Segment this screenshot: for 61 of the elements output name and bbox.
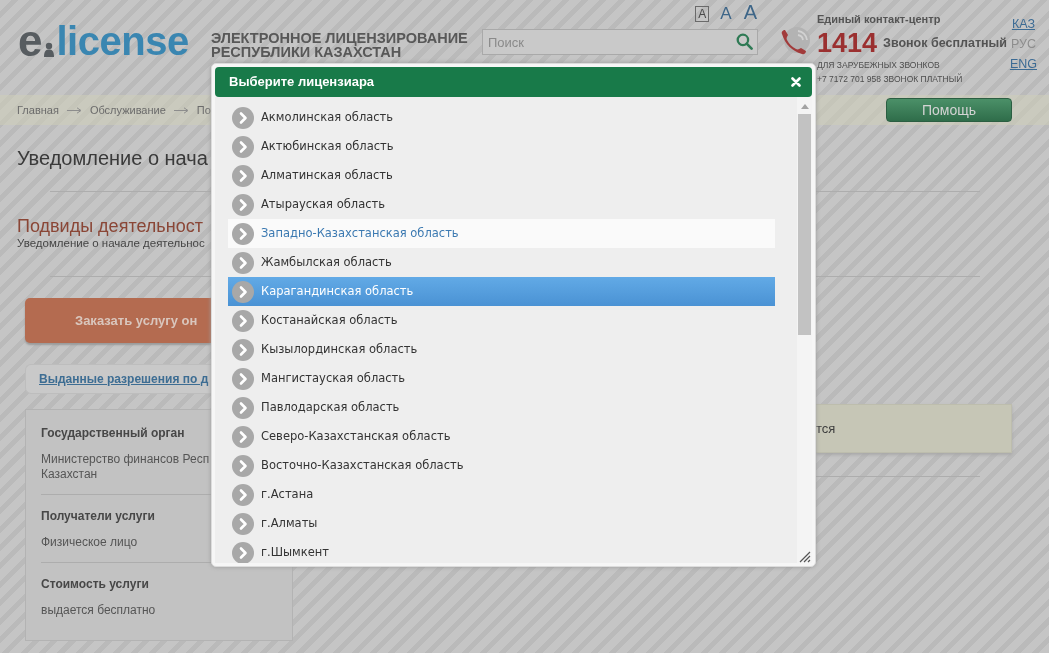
chevron-circle-icon [232, 483, 254, 506]
chevron-circle-icon [232, 396, 254, 419]
arrow-right-icon [173, 106, 189, 114]
font-size-button[interactable]: A [719, 5, 733, 22]
licensor-option[interactable]: Кызылординская область [228, 335, 776, 364]
licensor-option[interactable]: Западно-Казахстанская область [228, 219, 776, 248]
chevron-circle-icon [232, 338, 254, 361]
chevron-circle-icon [232, 367, 254, 390]
chevron-circle-icon [232, 164, 254, 187]
chevron-circle-icon [232, 280, 254, 303]
logo-figure-icon [43, 42, 56, 58]
licensor-option[interactable]: г.Астана [228, 480, 776, 509]
chevron-circle-icon [232, 193, 254, 216]
font-size-button[interactable]: A [742, 2, 758, 22]
licensor-option[interactable]: г.Шымкент [228, 538, 776, 563]
chevron-circle-icon [232, 512, 254, 535]
licensor-option[interactable]: Жамбылская область [228, 248, 776, 277]
info-value: выдается бесплатно [41, 603, 156, 618]
info-label: Получатели услуги [41, 509, 155, 524]
licensor-option[interactable]: Атырауская область [228, 190, 776, 219]
resize-grip-icon[interactable] [799, 551, 811, 563]
chevron-circle-icon [232, 251, 254, 274]
licensor-option[interactable]: Акмолинская область [228, 103, 776, 132]
foreign-phone-number: +7 7172 701 958 ЗВОНОК ПЛАТНЫЙ [817, 74, 963, 85]
chevron-circle-icon [232, 222, 254, 245]
subtypes-title: Подвиды деятельност [17, 216, 203, 236]
info-value: Физическое лицо [41, 535, 138, 550]
contact-number: 1414 [817, 30, 878, 56]
chevron-circle-icon [232, 454, 254, 477]
licensor-option[interactable]: г.Алматы [228, 509, 776, 538]
subtypes-text: Уведомление о начале деятельнос [17, 236, 205, 250]
font-size-button[interactable]: A [695, 6, 710, 22]
close-icon[interactable] [791, 77, 801, 87]
chevron-circle-icon [232, 309, 254, 332]
page-title: Уведомление о нача [17, 146, 208, 170]
search-icon[interactable] [736, 33, 753, 50]
info-value: Министерство финансов Респ Казахстан [41, 452, 210, 482]
licensor-option[interactable]: Павлодарская область [228, 393, 776, 422]
licensor-option[interactable]: Северо-Казахстанская область [228, 422, 776, 451]
free-call-label: Звонок бесплатный [883, 34, 1007, 52]
licensor-option[interactable]: Актюбинская область [228, 132, 776, 161]
foreign-calls-label: ДЛЯ ЗАРУБЕЖНЫХ ЗВОНКОВ [817, 60, 940, 71]
contact-center-title: Единый контакт-центр [817, 13, 941, 26]
dialog-title: Выберите лицензиара [229, 73, 375, 92]
chevron-circle-icon [232, 425, 254, 448]
licensor-option[interactable]: Костанайская область [228, 306, 776, 335]
site-title: ЭЛЕКТРОННОЕ ЛИЦЕНЗИРОВАНИЕ РЕСПУБЛИКИ КАЗАХСТАН [211, 31, 468, 59]
licensor-option[interactable]: Мангистауская область [228, 364, 776, 393]
notice-text: тся [816, 419, 836, 438]
arrow-right-icon [66, 106, 82, 114]
licensor-option[interactable]: Алматинская область [228, 161, 776, 190]
logo-letter: e [18, 21, 43, 61]
chevron-circle-icon [232, 106, 254, 129]
search-field[interactable]: Поиск [482, 29, 758, 55]
logo-text: license [56, 21, 189, 61]
chevron-circle-icon [232, 135, 254, 158]
info-label: Государственный орган [41, 426, 185, 441]
scrollbar-thumb[interactable] [798, 114, 811, 335]
licensor-option[interactable]: Восточно-Казахстанская область [228, 451, 776, 480]
scroll-up-arrow-icon[interactable] [800, 104, 809, 109]
info-label: Стоимость услуги [41, 577, 149, 592]
